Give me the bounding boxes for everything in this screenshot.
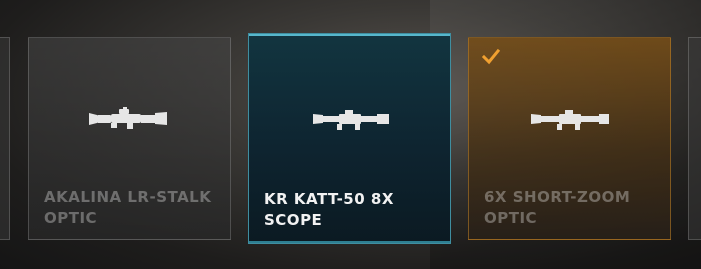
attachment-name: AKALINA LR-STALK OPTIC <box>44 188 212 227</box>
offscreen-card-right[interactable] <box>688 37 701 240</box>
scope-icon <box>312 110 389 130</box>
scope-icon <box>530 110 609 130</box>
offscreen-card-left[interactable] <box>0 37 10 240</box>
attachment-name: 6X SHORT-ZOOM OPTIC <box>484 188 631 227</box>
attachment-name: KR KATT-50 8X SCOPE <box>264 190 394 229</box>
checkmark-icon <box>481 48 501 65</box>
attachment-card-6x-short-zoom-optic[interactable]: 6X SHORT-ZOOM OPTIC <box>468 37 671 240</box>
attachment-card-kr-katt-50-8x-scope[interactable]: KR KATT-50 8X SCOPE <box>248 33 451 244</box>
attachment-card-akalina-lr-stalk-optic[interactable]: AKALINA LR-STALK OPTIC <box>28 37 231 240</box>
scope-icon <box>88 107 167 129</box>
